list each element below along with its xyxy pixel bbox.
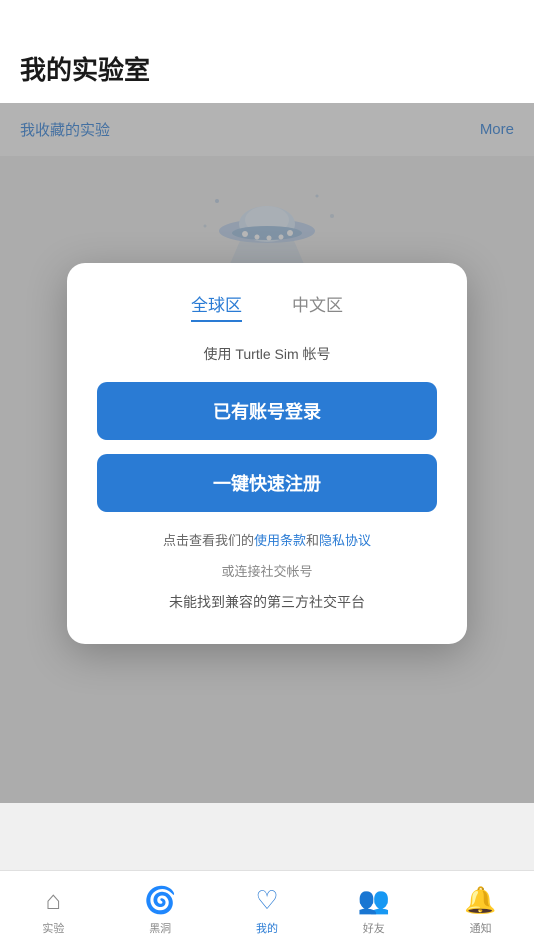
social-none: 未能找到兼容的第三方社交平台 (97, 592, 437, 612)
login-button[interactable]: 已有账号登录 (97, 382, 437, 440)
login-dialog: 全球区 中文区 使用 Turtle Sim 帐号 已有账号登录 一键快速注册 点… (67, 263, 467, 644)
terms-middle: 和 (306, 533, 319, 548)
terms-text: 点击查看我们的使用条款和隐私协议 (97, 530, 437, 549)
background-content: 我收藏的实验 More 浏览黑洞帖子 (0, 103, 534, 803)
nav-item-friends[interactable]: 👥 好友 (320, 885, 427, 936)
page-title: 我的实验室 (20, 55, 150, 85)
mine-icon: ♡ (255, 885, 278, 916)
nav-label-blackhole: 黑洞 (149, 920, 171, 936)
nav-label-friends: 好友 (363, 920, 385, 936)
region-tabs: 全球区 中文区 (97, 291, 437, 322)
terms-prefix: 点击查看我们的 (163, 533, 254, 548)
nav-item-notify[interactable]: 🔔 通知 (427, 885, 534, 936)
privacy-link[interactable]: 隐私协议 (319, 533, 371, 548)
friends-icon: 👥 (358, 885, 390, 916)
tab-chinese[interactable]: 中文区 (292, 291, 343, 322)
tab-global[interactable]: 全球区 (191, 291, 242, 322)
nav-item-mine[interactable]: ♡ 我的 (214, 885, 321, 936)
nav-item-blackhole[interactable]: 🌀 黑洞 (107, 885, 214, 936)
bottom-nav: ⌂ 实验 🌀 黑洞 ♡ 我的 👥 好友 🔔 通知 (0, 870, 534, 950)
dialog-subtitle: 使用 Turtle Sim 帐号 (97, 344, 437, 364)
nav-label-experiment: 实验 (42, 920, 64, 936)
social-divider: 或连接社交帐号 (97, 561, 437, 580)
header: 我的实验室 (0, 0, 534, 103)
notify-icon: 🔔 (464, 885, 496, 916)
nav-item-experiment[interactable]: ⌂ 实验 (0, 885, 107, 936)
modal-overlay: 全球区 中文区 使用 Turtle Sim 帐号 已有账号登录 一键快速注册 点… (0, 103, 534, 803)
blackhole-icon: 🌀 (144, 885, 176, 916)
home-icon: ⌂ (46, 885, 62, 916)
terms-link[interactable]: 使用条款 (254, 533, 306, 548)
nav-label-notify: 通知 (470, 920, 492, 936)
nav-label-mine: 我的 (256, 920, 278, 936)
register-button[interactable]: 一键快速注册 (97, 454, 437, 512)
